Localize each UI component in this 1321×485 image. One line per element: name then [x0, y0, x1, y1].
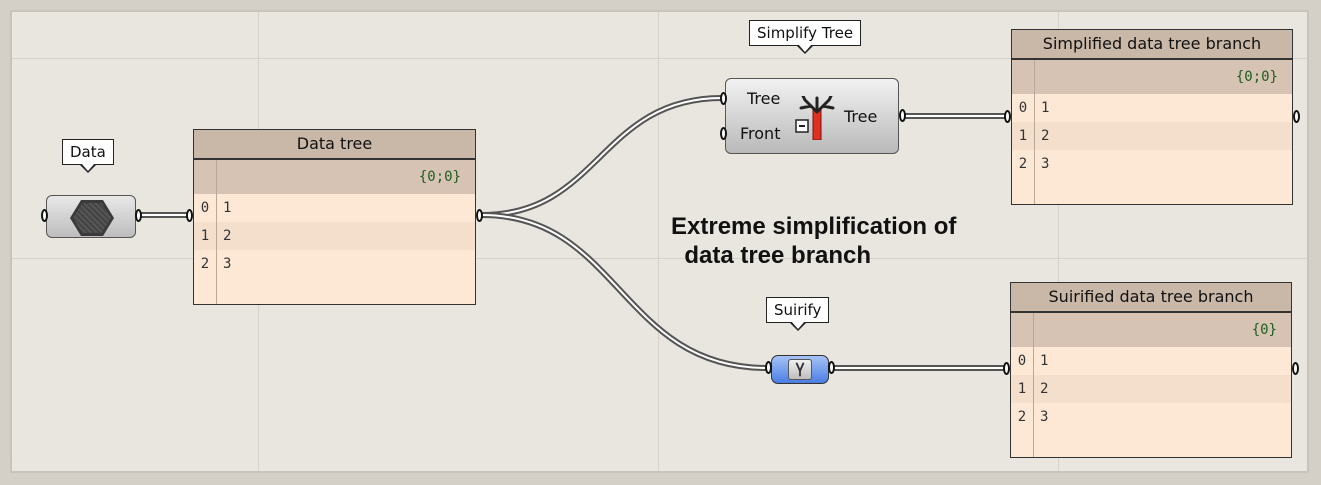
input-front-label: Front	[740, 124, 781, 143]
panel-path: {0;0}	[1012, 60, 1292, 94]
row-value: 3	[1040, 409, 1049, 425]
data-tree-panel[interactable]: Data tree {0;0} 01 12 23	[193, 129, 476, 305]
suirify-tag-label: Suirify	[774, 301, 822, 319]
row-value: 2	[223, 228, 232, 244]
simplify-tree-component[interactable]: Tree Front Tree	[725, 78, 899, 154]
simplify-tag-label: Simplify Tree	[757, 24, 854, 42]
list-item: 01	[1012, 94, 1292, 122]
simplified-panel[interactable]: Simplified data tree branch {0;0} 01 12 …	[1011, 29, 1293, 205]
list-item: 12	[1012, 122, 1292, 150]
suirified-panel-input-port[interactable]	[1003, 362, 1010, 375]
panel-index-divider	[1034, 60, 1035, 204]
row-index: 2	[1017, 409, 1027, 425]
tag-pointer	[78, 163, 97, 173]
panel-index-divider	[1033, 313, 1034, 457]
list-item: 23	[1012, 150, 1292, 178]
simplify-input-tree-port[interactable]	[720, 92, 727, 105]
panel-title: Simplified data tree branch	[1012, 30, 1292, 60]
data-tree-input-port[interactable]	[186, 209, 193, 222]
tag-pointer	[788, 321, 807, 331]
row-value: 3	[223, 256, 232, 272]
simplify-tag: Simplify Tree	[749, 20, 862, 54]
hexagon-icon	[70, 200, 114, 236]
annotation-text: Extreme simplification of data tree bran…	[671, 213, 957, 269]
row-index: 2	[200, 256, 210, 272]
row-value: 1	[1041, 100, 1050, 116]
list-item: 23	[194, 250, 475, 278]
row-index: 0	[200, 200, 210, 216]
panel-path: {0}	[1011, 313, 1291, 347]
wire-panel-to-simplify	[479, 95, 725, 218]
data-tag-label: Data	[70, 143, 106, 161]
suirify-output-port[interactable]	[828, 361, 835, 374]
row-index: 0	[1018, 100, 1028, 116]
simplify-input-front-port[interactable]	[720, 127, 727, 140]
list-item: 23	[1011, 403, 1291, 431]
tag-pointer	[796, 44, 815, 54]
simplify-output-tree-port[interactable]	[899, 109, 906, 122]
panel-path: {0;0}	[194, 160, 475, 194]
panel-title: Suirified data tree branch	[1011, 283, 1291, 313]
row-index: 1	[1018, 128, 1028, 144]
list-item: 12	[194, 222, 475, 250]
row-index: 0	[1017, 353, 1027, 369]
row-value: 1	[223, 200, 232, 216]
panel-title: Data tree	[194, 130, 475, 160]
list-item: 01	[1011, 347, 1291, 375]
suirified-panel[interactable]: Suirified data tree branch {0} 01 12 23	[1010, 282, 1292, 458]
suirify-input-port[interactable]	[765, 361, 772, 374]
list-item: 01	[194, 194, 475, 222]
data-tree-output-port[interactable]	[476, 209, 483, 222]
input-tree-label: Tree	[747, 89, 781, 108]
data-param-output-port[interactable]	[135, 209, 142, 222]
data-param-input-port[interactable]	[41, 209, 48, 222]
row-index: 1	[1017, 381, 1027, 397]
list-item: 12	[1011, 375, 1291, 403]
zip-icon	[788, 359, 812, 380]
suirify-component[interactable]	[771, 355, 829, 384]
suirify-tag: Suirify	[766, 297, 830, 331]
row-value: 2	[1041, 128, 1050, 144]
row-index: 1	[200, 228, 210, 244]
row-value: 3	[1041, 156, 1050, 172]
grasshopper-canvas[interactable]: Data Data tree {0;0} 01 12 23 Simplify T…	[0, 0, 1321, 485]
panel-index-divider	[216, 160, 217, 304]
row-index: 2	[1018, 156, 1028, 172]
tree-icon	[795, 96, 835, 140]
data-param-node[interactable]	[46, 195, 136, 238]
output-tree-label: Tree	[844, 107, 878, 126]
data-tag: Data	[62, 139, 114, 173]
row-value: 2	[1040, 381, 1049, 397]
simplified-panel-input-port[interactable]	[1004, 110, 1011, 123]
row-value: 1	[1040, 353, 1049, 369]
simplified-panel-output-port[interactable]	[1293, 110, 1300, 123]
suirified-panel-output-port[interactable]	[1292, 362, 1299, 375]
